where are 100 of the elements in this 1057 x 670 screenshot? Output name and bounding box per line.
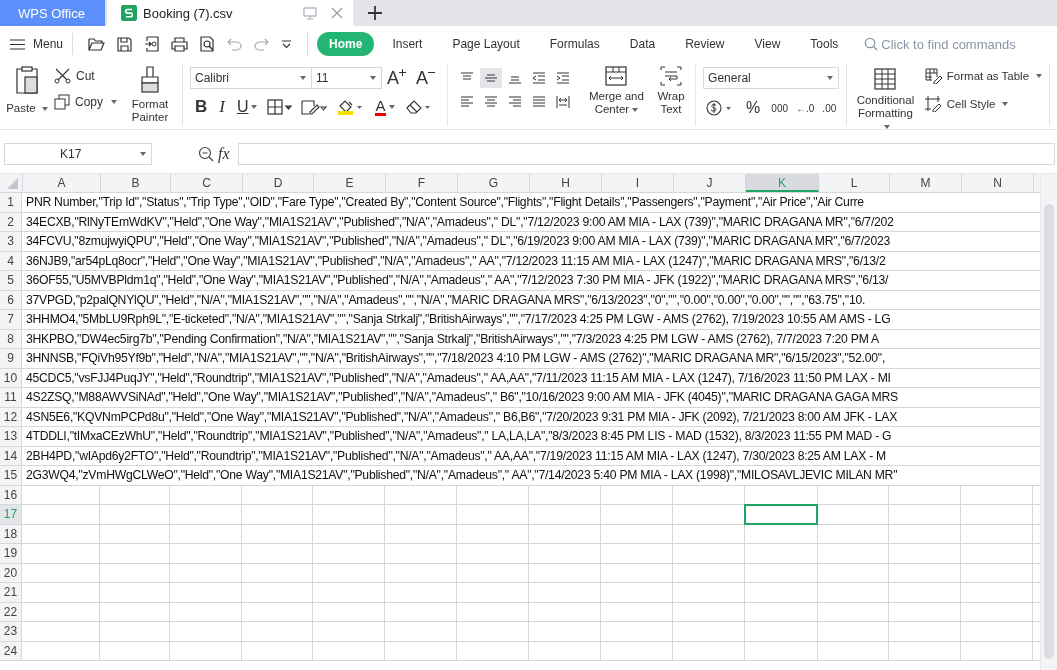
- name-box[interactable]: K17: [4, 143, 152, 165]
- column-header[interactable]: C: [171, 174, 243, 192]
- document-tab[interactable]: Booking (7).csv: [107, 0, 353, 26]
- percent-button[interactable]: %: [746, 99, 761, 117]
- table-grid-icon: [874, 68, 897, 90]
- row-header[interactable]: 5: [0, 271, 22, 290]
- scroll-bar[interactable]: [1040, 174, 1057, 670]
- print-preview-icon[interactable]: [200, 36, 216, 52]
- row-header[interactable]: 3: [0, 232, 22, 251]
- font-size-dropdown[interactable]: 11: [311, 67, 382, 89]
- column-header[interactable]: A: [23, 174, 101, 192]
- borders-icon[interactable]: [267, 99, 294, 115]
- dropdown-icon[interactable]: [281, 39, 293, 49]
- copy-button[interactable]: Copy: [54, 93, 117, 111]
- zoom-icon[interactable]: [198, 146, 214, 162]
- formula-input[interactable]: [237, 143, 1055, 165]
- plus-icon: [399, 68, 406, 76]
- underline-button[interactable]: U: [236, 98, 258, 116]
- bold-button[interactable]: B: [194, 97, 208, 117]
- thousands-button[interactable]: 000: [771, 102, 788, 114]
- row-header[interactable]: 11: [0, 388, 22, 407]
- row-header[interactable]: 1: [0, 193, 22, 212]
- monitor-icon[interactable]: [303, 6, 317, 20]
- row-header[interactable]: 9: [0, 349, 22, 368]
- search-icon: [864, 37, 879, 51]
- align-left-icon[interactable]: [459, 96, 474, 108]
- ribbon-tab[interactable]: Tools: [798, 32, 851, 56]
- column-header[interactable]: G: [458, 174, 530, 192]
- increase-decimal-button[interactable]: .00: [822, 102, 837, 114]
- merge-cells-icon: [605, 66, 628, 86]
- caret-icon: [41, 106, 48, 111]
- table-cell: 36OF55,"U5MVBPldm1q","Held","One Way","MIA1S21AV","Published","N/A","Amadeus"," AA","7/12/2023 7:30 PM MIA - JFK (1922)","MARIC DRAGANA MRS","6/13/: [26, 273, 889, 287]
- caret-icon: [369, 76, 376, 80]
- ribbon-tab[interactable]: Data: [617, 32, 668, 56]
- column-header[interactable]: F: [386, 174, 458, 192]
- caret-icon: [299, 76, 306, 80]
- cell-style-button[interactable]: Cell Style: [924, 95, 1043, 113]
- justify-icon[interactable]: [531, 96, 546, 108]
- font-color-button[interactable]: A: [375, 98, 395, 116]
- save-icon[interactable]: [117, 36, 133, 52]
- table-cell: 3HHMO4,"5MbLU9Rph9L","E-ticketed","N/A","MIA1S21AV","","Sanja Strkalj","BritishAirways","","7/17/2023 4:25 PM LGW - AMS (2762), 7/19/2023 10:55 AM AMS - LG: [26, 312, 891, 326]
- table-cell: 36NJB9,"ar54pLq8ocr","Held","One Way","MIA1S21AV","Published","N/A","Amadeus"," AA","7/12/2023 11:15 AM MIA - LAX (1247)","MARIC DRAGANA MRS","6/13/2: [26, 253, 886, 268]
- row-header[interactable]: 13: [0, 427, 22, 446]
- wrap-text-button[interactable]: Wrap Text: [653, 64, 689, 116]
- shrink-font-button[interactable]: A: [416, 67, 435, 89]
- column-header[interactable]: H: [530, 174, 602, 192]
- row-header[interactable]: 23: [0, 622, 22, 641]
- function-label[interactable]: fx: [218, 145, 230, 163]
- table-cell: 4SN5E6,"KQVNmPCPd8u","Held","One Way","MIA1S21AV","Published","N/A","Amadeus"," B6,B6","7/20/2023 9:31 PM MIA - JFK (2092), 7/21/2023 8:00 AM JFK - LAX: [26, 409, 898, 424]
- decrease-decimal-button[interactable]: ←.0: [796, 102, 815, 114]
- table-cell: 2BH4PD,"wIApd6y2FTO","Held","Roundtrip","MIA1S21AV","Published","N/A","Amadeus"," AA,AA","7/19/2023 11:15 AM MIA - LAX (1247), 7/30/2023 8:25 AM LAX - M: [26, 448, 886, 463]
- format-painter-button[interactable]: Format Painter: [125, 64, 175, 124]
- column-header[interactable]: D: [243, 174, 314, 192]
- conditional-formatting-button[interactable]: Conditional Formatting: [854, 64, 917, 133]
- spreadsheet-icon: [121, 5, 137, 21]
- format-as-table-button[interactable]: Format as Table: [924, 67, 1043, 85]
- italic-button[interactable]: I: [219, 97, 225, 117]
- ribbon-tab[interactable]: Review: [673, 32, 737, 56]
- cut-button[interactable]: Cut: [54, 67, 117, 85]
- menu-icon: [10, 38, 25, 50]
- column-header[interactable]: B: [101, 174, 171, 192]
- distributed-icon[interactable]: [555, 96, 570, 108]
- row-header[interactable]: 19: [0, 544, 22, 563]
- table-cell: 4S2ZSQ,"M88AWVSiNAd","Held","One Way","MIA1S21AV","Published","N/A","Amadeus"," B6","10/16/2023 9:00 AM MIA - JFK (4045)","MARIC DRAGANA GAGA MRS: [26, 390, 898, 404]
- menu-button[interactable]: Menu: [10, 37, 64, 51]
- ribbon-tab[interactable]: Formulas: [537, 32, 612, 56]
- paintbrush-icon: [140, 66, 160, 94]
- row-header[interactable]: 15: [0, 466, 22, 485]
- fill-pattern-icon[interactable]: [301, 98, 330, 116]
- increase-indent-icon[interactable]: [555, 72, 570, 84]
- align-center-icon[interactable]: [483, 96, 498, 108]
- print-icon[interactable]: [171, 36, 189, 52]
- column-header[interactable]: E: [314, 174, 386, 192]
- caret-icon: [827, 76, 834, 80]
- ribbon-tab[interactable]: View: [742, 32, 793, 56]
- row-header[interactable]: 7: [0, 310, 22, 329]
- number-format-dropdown[interactable]: General: [703, 67, 840, 89]
- ribbon-tab[interactable]: Page Layout: [440, 32, 532, 56]
- paste-button[interactable]: Paste: [8, 64, 46, 124]
- redo-icon[interactable]: [254, 37, 270, 51]
- cell-pen-icon: [924, 96, 943, 112]
- column-header[interactable]: I: [602, 174, 674, 192]
- column-header[interactable]: L: [819, 174, 890, 192]
- wrap-text-icon: [660, 66, 682, 86]
- column-header[interactable]: M: [890, 174, 962, 192]
- merge-and-center-button[interactable]: Merge and Center: [586, 64, 646, 116]
- row-header[interactable]: 21: [0, 583, 22, 602]
- decrease-indent-icon[interactable]: [531, 72, 546, 84]
- new-tab-icon[interactable]: [368, 6, 382, 20]
- undo-icon[interactable]: [227, 37, 243, 51]
- grow-font-button[interactable]: A: [386, 67, 406, 89]
- align-right-icon[interactable]: [507, 96, 522, 108]
- folder-icon[interactable]: [88, 37, 106, 51]
- ribbon-tab[interactable]: Insert: [380, 32, 435, 56]
- font-dropdown[interactable]: Calibri: [189, 67, 312, 89]
- export-icon[interactable]: [144, 36, 160, 52]
- column-header[interactable]: N: [962, 174, 1034, 192]
- close-icon[interactable]: [331, 7, 343, 19]
- eraser-icon[interactable]: [404, 99, 433, 115]
- copy-icon: [54, 94, 70, 110]
